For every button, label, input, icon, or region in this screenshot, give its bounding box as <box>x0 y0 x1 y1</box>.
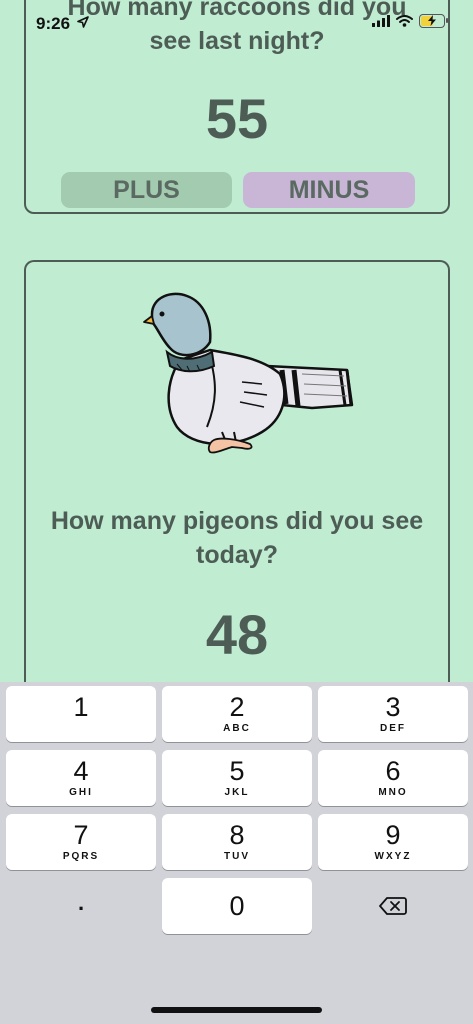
pigeon-counter-card: How many pigeons did you see today? 48 <box>24 260 450 740</box>
decimal-key[interactable]: . <box>6 878 156 934</box>
key-7[interactable]: 7 PQRS <box>6 814 156 870</box>
signal-icon <box>372 15 390 27</box>
key-letters: PQRS <box>62 851 100 862</box>
status-indicators <box>372 14 448 28</box>
key-4[interactable]: 4 GHI <box>6 750 156 806</box>
plus-button[interactable]: PLUS <box>61 172 232 208</box>
key-3[interactable]: 3 DEF <box>318 686 468 742</box>
key-digit: 6 <box>385 756 401 786</box>
key-letters: GHI <box>69 787 93 798</box>
backspace-icon <box>379 897 407 915</box>
key-letters: JKL <box>224 787 250 798</box>
pigeon-illustration <box>143 292 354 454</box>
key-digit: 4 <box>73 756 89 786</box>
status-time: 9:26 <box>36 14 89 34</box>
key-digit: 9 <box>385 820 401 850</box>
key-5[interactable]: 5 JKL <box>162 750 312 806</box>
key-6[interactable]: 6 MNO <box>318 750 468 806</box>
key-1[interactable]: 1 <box>6 686 156 742</box>
key-letters: TUV <box>224 851 250 862</box>
minus-button[interactable]: MINUS <box>243 172 415 208</box>
key-digit: 3 <box>385 692 401 722</box>
battery-charging-icon <box>419 14 448 28</box>
key-digit: 8 <box>229 820 245 850</box>
key-letters: WXYZ <box>374 851 412 862</box>
key-letters: ABC <box>223 723 251 734</box>
key-letters: MNO <box>378 787 408 798</box>
key-digit: 2 <box>229 692 245 722</box>
key-digit: 0 <box>229 891 245 921</box>
status-time-text: 9:26 <box>36 14 71 33</box>
key-digit: 5 <box>229 756 245 786</box>
key-letters: DEF <box>380 723 406 734</box>
key-2[interactable]: 2 ABC <box>162 686 312 742</box>
pigeon-count[interactable]: 48 <box>26 602 448 667</box>
backspace-key[interactable] <box>318 878 468 934</box>
pigeon-question: How many pigeons did you see today? <box>50 507 424 569</box>
raccoon-count[interactable]: 55 <box>26 86 448 151</box>
app-screen: How many raccoons did you see last night… <box>0 0 473 1024</box>
key-8[interactable]: 8 TUV <box>162 814 312 870</box>
home-indicator[interactable] <box>151 1007 322 1013</box>
key-9[interactable]: 9 WXYZ <box>318 814 468 870</box>
key-digit: 1 <box>73 692 89 722</box>
key-0[interactable]: 0 <box>162 878 312 934</box>
wifi-icon <box>396 15 413 27</box>
key-digit: 7 <box>73 820 89 850</box>
numeric-keypad: 1 2 ABC 3 DEF 4 GHI 5 JKL 6 MNO 7 PQRS 8 <box>0 682 473 1024</box>
decimal-label: . <box>77 890 85 915</box>
raccoon-question: How many raccoons did you see last night… <box>67 0 407 55</box>
navigation-arrow-icon <box>76 16 89 28</box>
